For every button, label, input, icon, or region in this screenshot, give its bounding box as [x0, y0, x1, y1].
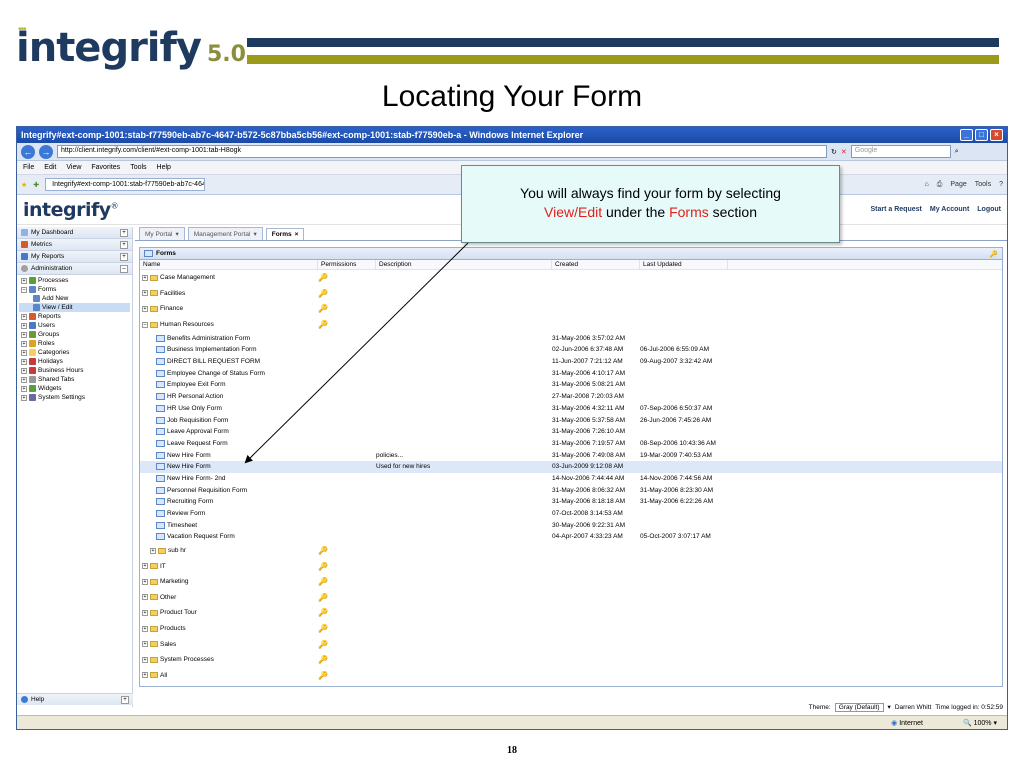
slide: ••• integrify 5.0 Locating Your Form Int… [0, 0, 1024, 768]
callout-arrow [244, 242, 469, 464]
page-number: 18 [507, 745, 517, 756]
